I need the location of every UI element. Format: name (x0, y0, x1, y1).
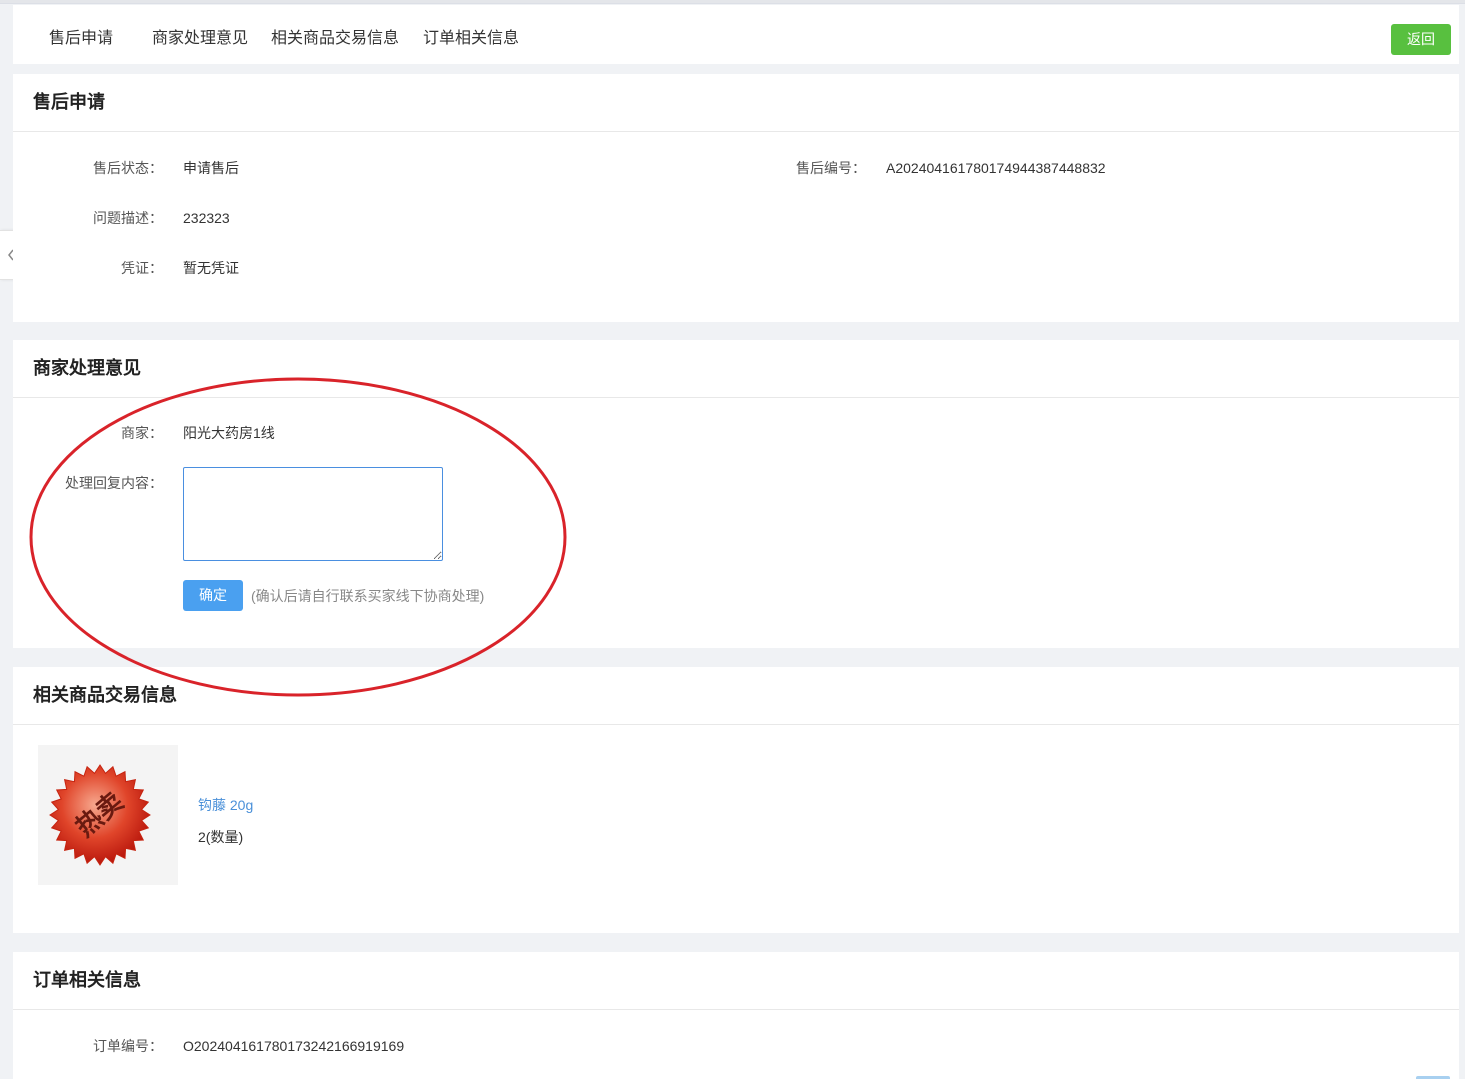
product-quantity: 2(数量) (198, 829, 244, 845)
problem-desc-row: 问题描述： 232323 (13, 208, 1459, 228)
merchant-opinion-card-title: 商家处理意见 (13, 340, 1459, 398)
reply-content-label: 处理回复内容： (65, 475, 163, 491)
problem-desc-value: 232323 (183, 210, 230, 226)
product-transaction-card: 相关商品交易信息 热卖 钩藤 20g 2(数量) (13, 667, 1459, 933)
hot-sale-badge-image: 热卖 (49, 764, 151, 866)
order-info-card-title: 订单相关信息 (13, 952, 1459, 1010)
merchant-row: 商家： 阳光大药房1线 (13, 423, 613, 443)
aftersale-card: 售后申请 售后状态： 申请售后 售后编号： A20240416178017494… (13, 74, 1459, 322)
order-number-value: O202404161780173242166919169 (183, 1038, 405, 1054)
merchant-label: 商家： (121, 425, 163, 441)
proof-label: 凭证： (121, 260, 163, 276)
back-button[interactable]: 返回 (1391, 24, 1451, 55)
merchant-value: 阳光大药房1线 (183, 425, 275, 441)
tab-aftersale-application[interactable]: 售后申请 (49, 29, 113, 49)
aftersale-status-value: 申请售后 (183, 160, 239, 176)
product-name-link[interactable]: 钩藤 20g (198, 795, 253, 815)
tab-order-info[interactable]: 订单相关信息 (423, 29, 519, 49)
reply-content-textarea[interactable] (183, 467, 443, 561)
order-number-row: 订单编号： O202404161780173242166919169 (13, 1036, 1459, 1056)
section-tab-bar: 售后申请 商家处理意见 相关商品交易信息 订单相关信息 返回 (13, 5, 1459, 64)
aftersale-number-value: A202404161780174944387448832 (886, 160, 1106, 176)
top-border (0, 0, 1465, 4)
aftersale-status-row: 售后状态： 申请售后 售后编号： A2024041617801749443874… (13, 158, 1459, 178)
confirm-hint-text: (确认后请自行联系买家线下协商处理) (251, 588, 485, 604)
confirm-button[interactable]: 确定 (183, 580, 243, 611)
order-number-label: 订单编号： (93, 1038, 163, 1054)
aftersale-number-label: 售后编号： (796, 160, 866, 176)
product-thumbnail[interactable]: 热卖 (38, 745, 178, 885)
proof-row: 凭证： 暂无凭证 (13, 258, 1459, 278)
aftersale-status-label: 售后状态： (93, 160, 163, 176)
aftersale-card-title: 售后申请 (13, 74, 1459, 132)
merchant-opinion-card: 商家处理意见 商家： 阳光大药房1线 处理回复内容： 确定 (确认后请自行联系买… (13, 340, 1459, 648)
problem-desc-label: 问题描述： (93, 210, 163, 226)
tab-merchant-opinion[interactable]: 商家处理意见 (152, 29, 248, 49)
product-transaction-card-title: 相关商品交易信息 (13, 667, 1459, 725)
order-info-card: 订单相关信息 订单编号： O20240416178017324216691916… (13, 952, 1459, 1079)
tab-product-transaction[interactable]: 相关商品交易信息 (271, 29, 399, 49)
proof-value: 暂无凭证 (183, 260, 239, 276)
